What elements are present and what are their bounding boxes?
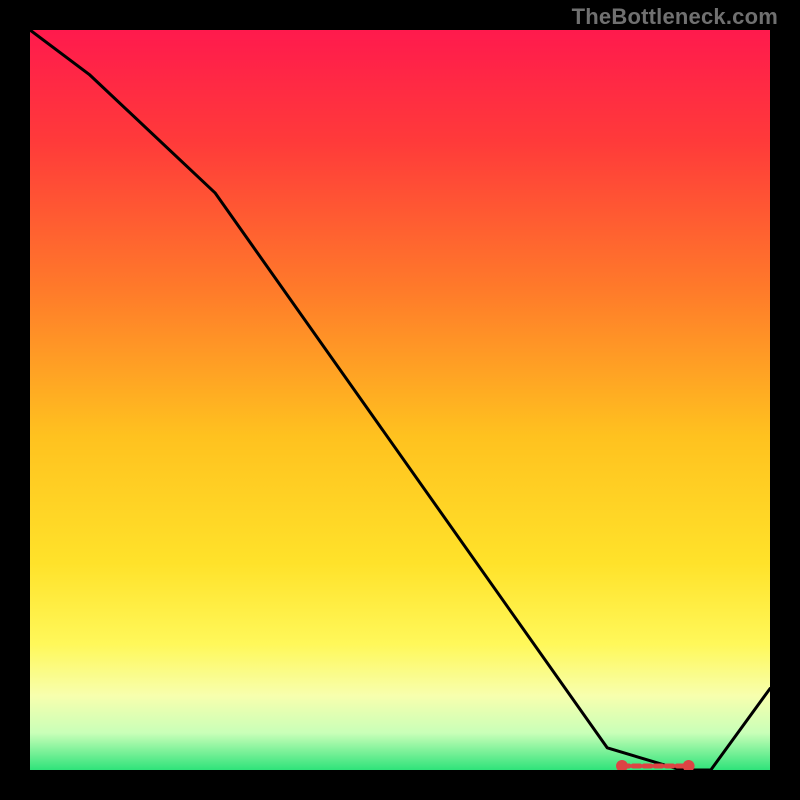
plot-area <box>30 30 770 770</box>
gradient-background <box>30 30 770 770</box>
chart-frame: TheBottleneck.com <box>0 0 800 800</box>
chart-svg <box>30 30 770 770</box>
watermark-text: TheBottleneck.com <box>572 4 778 30</box>
